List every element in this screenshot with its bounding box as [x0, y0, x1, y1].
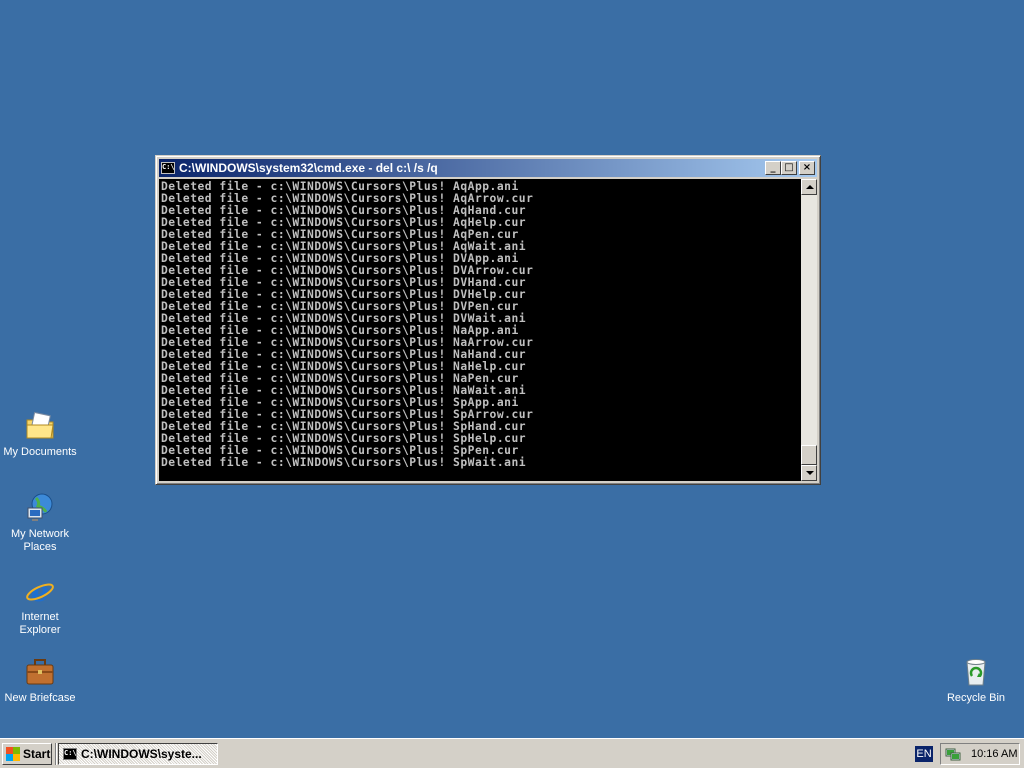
console-lines: Deleted file - c:\WINDOWS\Cursors\Plus! …: [159, 179, 801, 469]
minimize-button[interactable]: _: [765, 161, 781, 175]
vertical-scrollbar[interactable]: [801, 179, 817, 481]
window-controls: _ □ ×: [765, 161, 815, 175]
taskbar-button-label: C:\WINDOWS\syste...: [81, 747, 202, 761]
internet-explorer-label-line1: Internet: [21, 611, 59, 623]
scroll-down-button[interactable]: [801, 465, 817, 481]
scroll-up-button[interactable]: [801, 179, 817, 195]
taskbar-separator: [55, 743, 57, 765]
internet-explorer-icon: e: [24, 575, 56, 608]
recycle-bin-label: Recycle Bin: [946, 692, 1006, 704]
maximize-icon: □: [784, 162, 794, 173]
my-documents-label: My Documents: [3, 446, 77, 458]
network-places-icon: [24, 492, 56, 524]
cmd-window[interactable]: C:\ C:\WINDOWS\system32\cmd.exe - del c:…: [155, 155, 821, 485]
briefcase-icon: [24, 656, 56, 688]
close-icon: ×: [802, 162, 812, 173]
arrow-up-icon: [806, 185, 814, 189]
window-titlebar[interactable]: C:\ C:\WINDOWS\system32\cmd.exe - del c:…: [159, 159, 817, 177]
taskbar-button-cmd[interactable]: C:\ C:\WINDOWS\syste...: [58, 743, 218, 765]
minimize-icon: _: [770, 162, 776, 173]
recycle-bin-icon: [960, 656, 992, 688]
my-documents-icon: [24, 410, 56, 442]
close-button[interactable]: ×: [799, 161, 815, 175]
desktop-icon-my-documents[interactable]: My Documents: [0, 410, 82, 459]
internet-explorer-label-line2: Explorer: [19, 624, 61, 636]
start-button[interactable]: Start: [2, 743, 52, 765]
console-line: Deleted file - c:\WINDOWS\Cursors\Plus! …: [161, 456, 527, 469]
desktop-icon-network-places[interactable]: My Network Places: [0, 492, 82, 554]
start-label: Start: [23, 747, 51, 761]
console-output[interactable]: Deleted file - c:\WINDOWS\Cursors\Plus! …: [159, 179, 801, 481]
window-title: C:\WINDOWS\system32\cmd.exe - del c:\ /s…: [179, 161, 438, 175]
cmd-taskbar-icon: C:\: [63, 748, 77, 760]
cmd-app-icon[interactable]: C:\: [161, 162, 175, 174]
windows-logo-icon: [6, 747, 20, 761]
scroll-thumb[interactable]: [801, 445, 817, 465]
language-indicator[interactable]: EN: [915, 746, 933, 762]
arrow-down-icon: [806, 471, 814, 475]
clock[interactable]: 10:16 AM: [971, 748, 1017, 760]
maximize-button[interactable]: □: [781, 161, 797, 175]
network-places-label-line1: My Network: [10, 528, 70, 540]
new-briefcase-label: New Briefcase: [4, 692, 76, 704]
system-tray: 10:16 AM: [940, 743, 1020, 765]
desktop-icon-recycle-bin[interactable]: Recycle Bin: [934, 656, 1018, 705]
network-places-label-line2: Places: [23, 541, 57, 553]
svg-text:e: e: [31, 575, 49, 607]
desktop-icon-internet-explorer[interactable]: e Internet Explorer: [0, 575, 82, 637]
desktop-icon-new-briefcase[interactable]: New Briefcase: [0, 656, 82, 705]
tray-network-icon[interactable]: [945, 747, 961, 761]
taskbar: Start C:\ C:\WINDOWS\syste... EN 10:16 A…: [0, 738, 1024, 768]
